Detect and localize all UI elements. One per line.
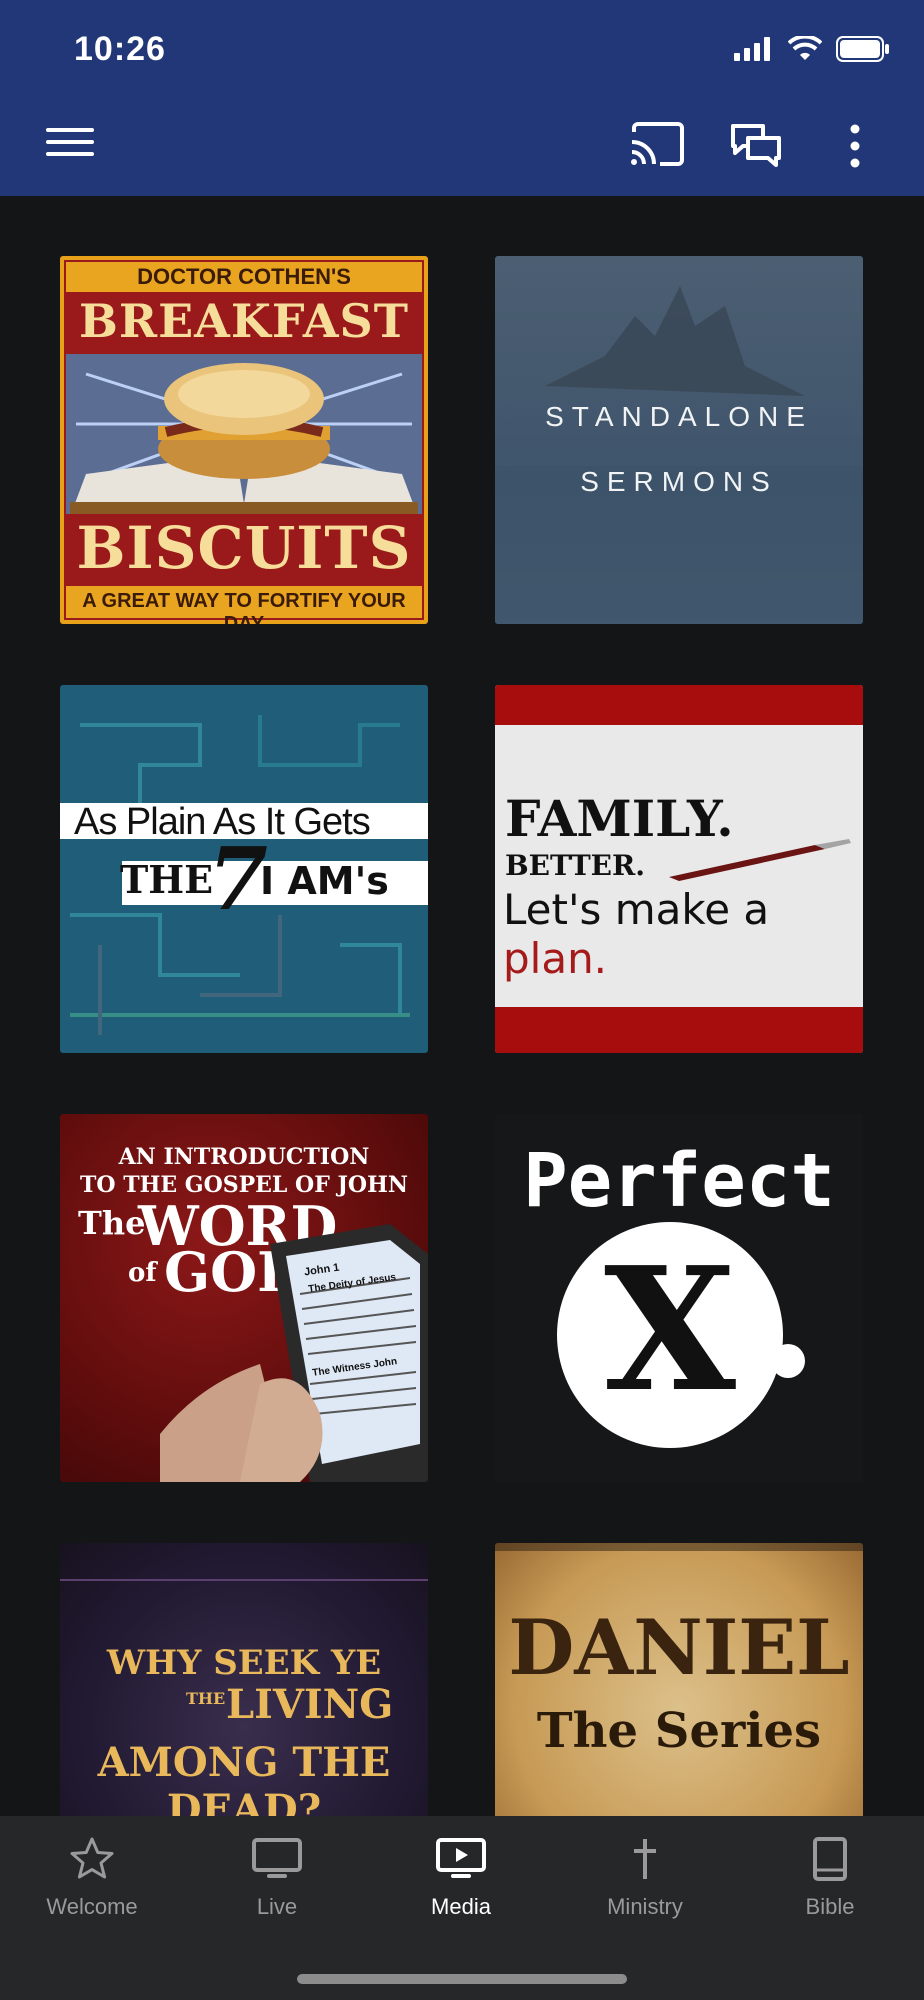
status-time: 10:26	[74, 30, 166, 68]
rock-island-image	[495, 286, 863, 624]
tab-ministry[interactable]: Ministry	[570, 1836, 720, 1920]
family-line3-text: Let's make a	[503, 885, 770, 934]
family-line2: BETTER.	[505, 849, 646, 882]
series-tile-standalone-sermons[interactable]: STANDALONE SERMONS	[495, 256, 863, 624]
app-header: 10:26	[0, 0, 924, 196]
series-tile-why-seek-ye[interactable]: WHY SEEK YE THE LIVING AMONG THE DEAD?	[60, 1543, 428, 1816]
tv-icon	[252, 1838, 302, 1878]
plain-the: THE	[120, 857, 214, 902]
family-line3: Let's make a plan.	[503, 885, 863, 983]
tab-live-label: Live	[256, 1894, 298, 1919]
cross-icon	[634, 1839, 656, 1879]
perfect-word: Perfect	[523, 1138, 835, 1224]
seek-the: THE	[186, 1689, 226, 1708]
tab-bible-label: Bible	[805, 1894, 855, 1919]
series-tile-perfect-x[interactable]: Perfect X	[495, 1114, 863, 1482]
daniel-line1: DANIEL	[508, 1603, 850, 1692]
standalone-line2: SERMONS	[580, 466, 778, 497]
battery-icon	[836, 36, 889, 62]
biscuits-title: BISCUITS	[76, 514, 412, 582]
seek-living: LIVING	[226, 1681, 394, 1728]
perfect-x: X	[604, 1230, 736, 1430]
chat-bubbles-icon[interactable]	[730, 122, 782, 173]
signal-icon	[734, 37, 770, 61]
seek-line1: WHY SEEK YE	[106, 1643, 382, 1683]
play-screen-icon	[436, 1838, 486, 1878]
media-grid: DOCTOR COTHEN'S BREAKFAST BISCUITS A GRE…	[0, 196, 924, 1816]
daniel-line2: The Series	[536, 1703, 822, 1759]
tab-ministry-label: Ministry	[607, 1894, 683, 1919]
tab-live[interactable]: Live	[202, 1836, 352, 1920]
standalone-line1: STANDALONE	[545, 401, 813, 432]
tab-welcome[interactable]: Welcome	[17, 1836, 167, 1920]
more-vertical-icon[interactable]	[840, 122, 870, 177]
hamburger-menu-icon[interactable]	[44, 122, 96, 167]
seek-line3: AMONG THE DEAD?	[97, 1739, 391, 1816]
series-tile-plain-7-i-ams[interactable]: As Plain As It Gets THE 7 I AM's	[60, 685, 428, 1053]
tab-media[interactable]: Media	[386, 1836, 536, 1920]
bottom-tab-bar: Welcome Live Media Ministry Bible	[0, 1816, 924, 2000]
home-indicator	[297, 1974, 627, 1984]
plain-iam: I AM's	[260, 859, 389, 903]
tab-media-label: Media	[431, 1894, 491, 1919]
biscuit-book-illustration	[70, 363, 418, 514]
wifi-icon	[788, 36, 822, 60]
breakfast-title: BREAKFAST	[79, 294, 409, 348]
book-icon	[813, 1837, 847, 1881]
pen-image	[669, 839, 851, 881]
hand-phone-image	[160, 1224, 428, 1482]
status-bar: 10:26	[0, 0, 924, 100]
series-tile-family-better[interactable]: FAMILY. BETTER. Let's make a plan.	[495, 685, 863, 1053]
series-tile-gospel-of-john[interactable]: AN INTRODUCTION TO THE GOSPEL OF JOHN Th…	[60, 1114, 428, 1482]
family-plan-text: plan.	[503, 934, 608, 983]
series-tile-daniel[interactable]: DANIEL The Series	[495, 1543, 863, 1816]
breakfast-top-text: DOCTOR COTHEN'S	[137, 264, 351, 289]
series-tile-breakfast-biscuits[interactable]: DOCTOR COTHEN'S BREAKFAST BISCUITS A GRE…	[60, 256, 428, 624]
breakfast-tagline: A GREAT WAY TO FORTIFY YOUR DAY	[82, 590, 406, 624]
tab-welcome-label: Welcome	[46, 1894, 138, 1919]
star-icon	[70, 1837, 114, 1879]
plain-seven: 7	[208, 829, 268, 930]
toolbar	[0, 110, 924, 186]
perfect-dot	[771, 1344, 805, 1378]
tab-bible[interactable]: Bible	[755, 1836, 905, 1920]
cast-icon[interactable]	[630, 122, 684, 171]
